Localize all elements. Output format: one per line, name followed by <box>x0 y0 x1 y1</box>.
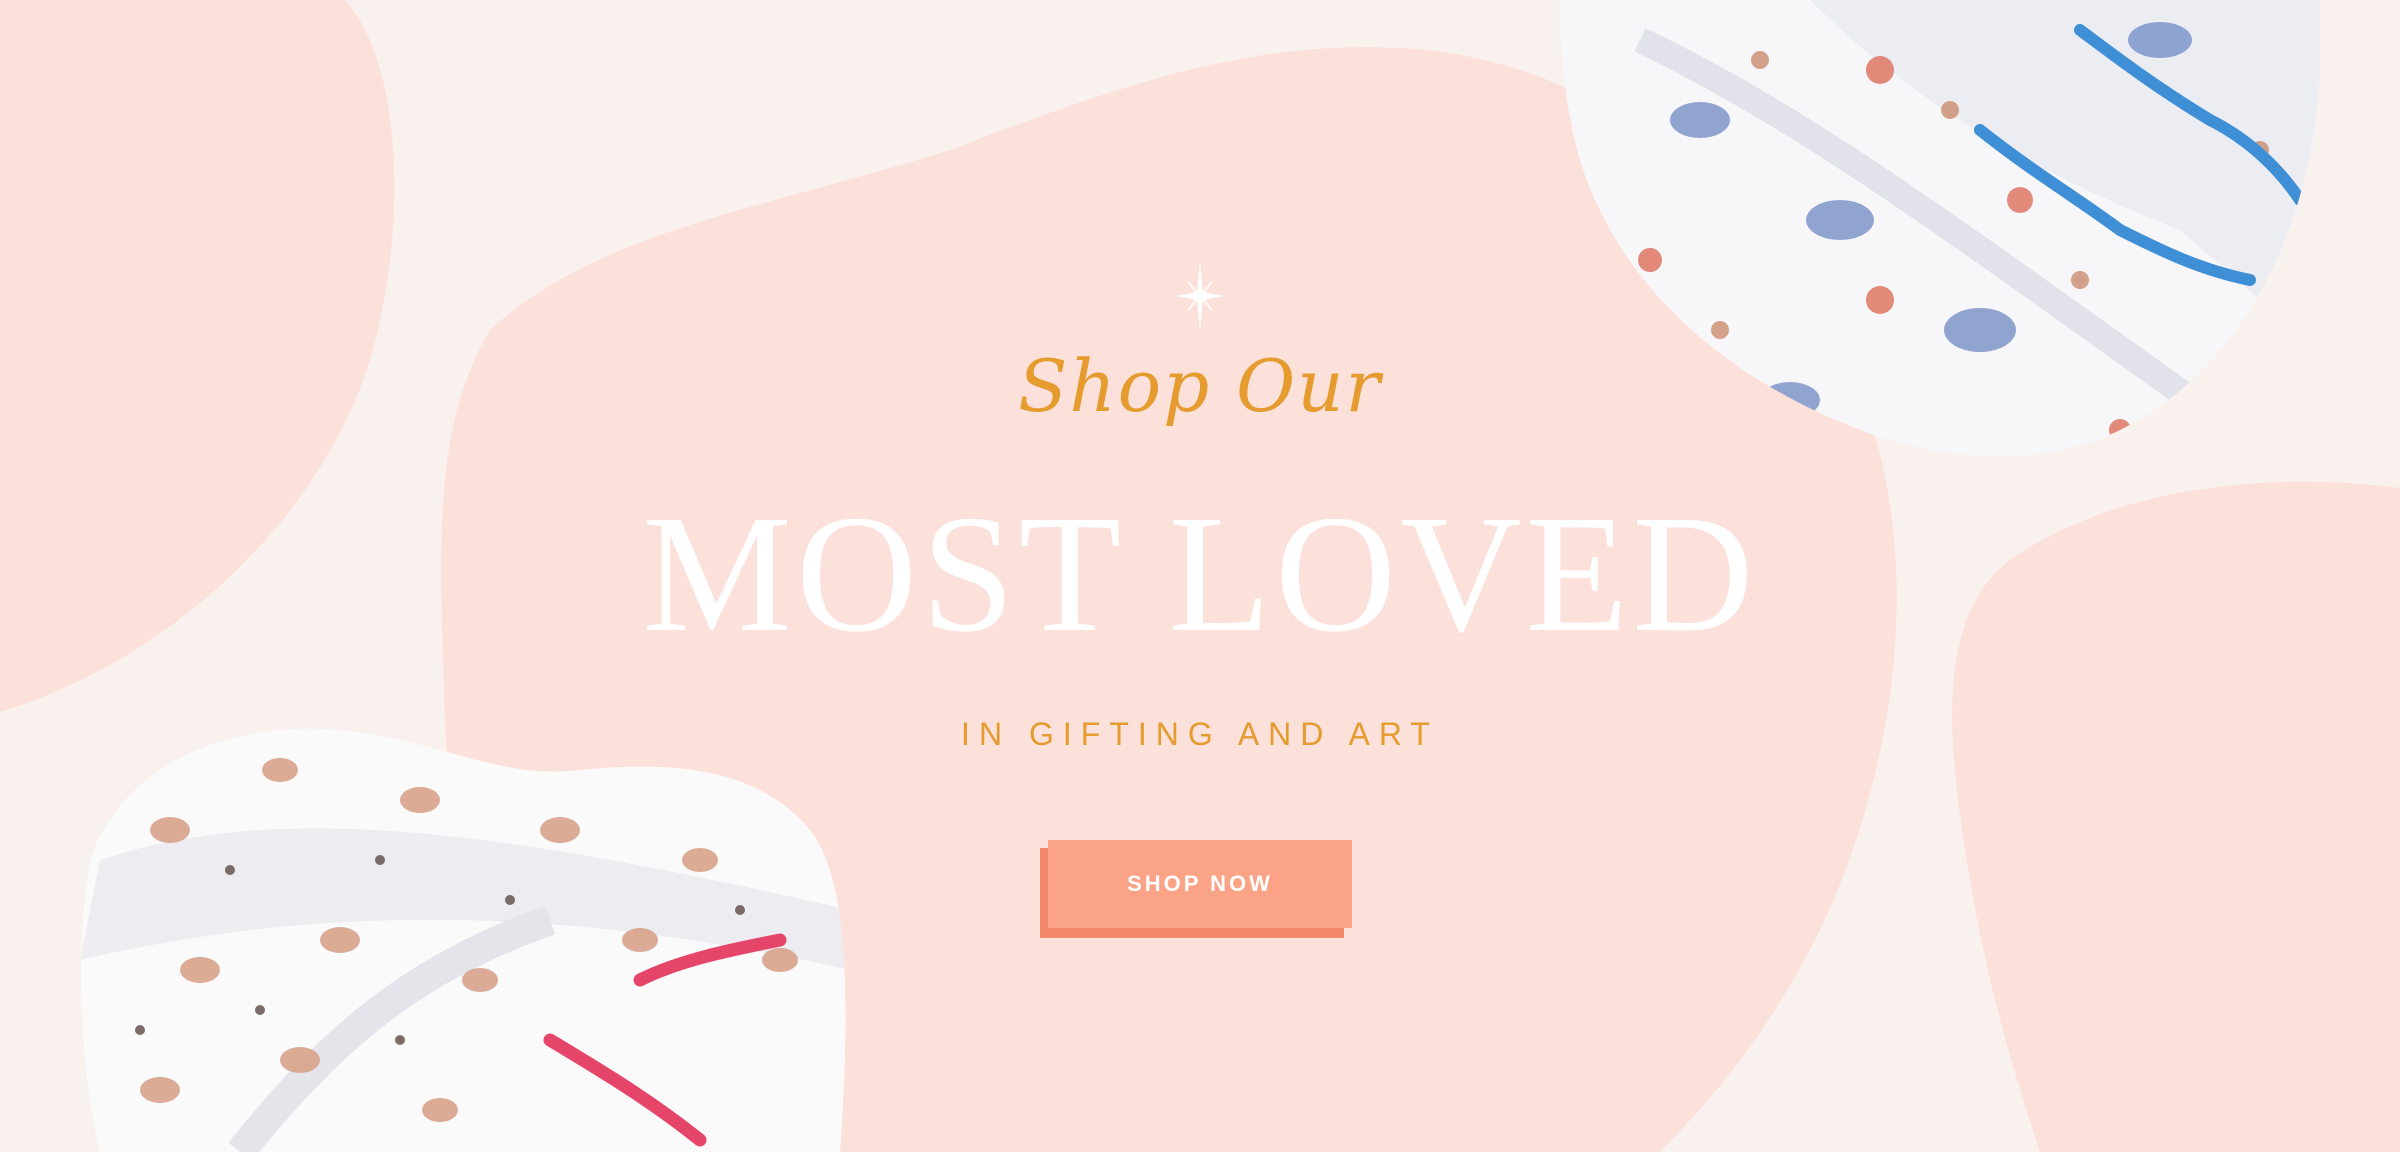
sparkle-icon <box>1176 262 1224 330</box>
shop-now-button-wrapper: SHOP NOW <box>1040 840 1354 940</box>
subheading: IN GIFTING AND ART <box>961 716 1439 752</box>
script-heading: Shop Our <box>1018 344 1382 428</box>
shop-now-button[interactable]: SHOP NOW <box>1048 840 1352 928</box>
product-photo-ellerie[interactable] <box>80 710 850 1152</box>
hero-banner: Shop Our MOST LOVED IN GIFTING AND ART S… <box>0 0 2400 1152</box>
page-title: MOST LOVED <box>642 481 1758 667</box>
